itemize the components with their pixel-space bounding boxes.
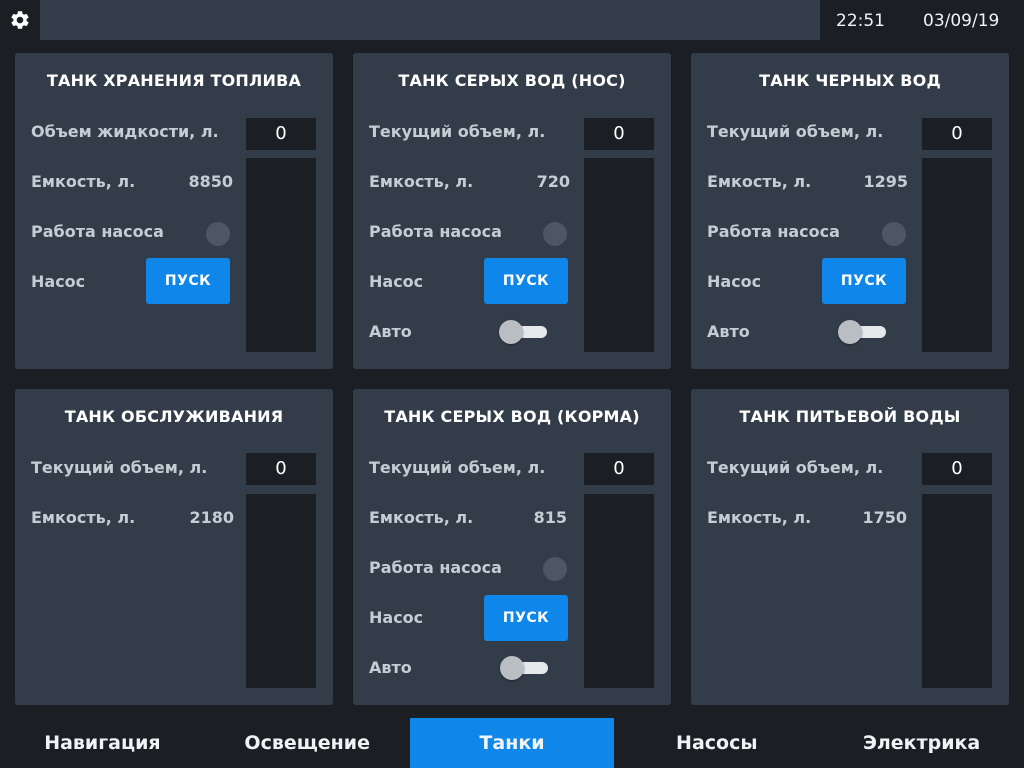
panel-grey-water-stern: ТАНК СЕРЫХ ВОД (КОРМА) Текущий объем, л.…: [353, 389, 671, 705]
volume-value: 0: [246, 118, 316, 150]
volume-value: 0: [246, 453, 316, 485]
pump-status-indicator: [882, 222, 906, 246]
tab-pumps[interactable]: Насосы: [614, 718, 819, 768]
gear-icon: [11, 11, 29, 29]
volume-label: Текущий объем, л.: [707, 122, 884, 141]
capacity-value: 2180: [189, 508, 234, 527]
capacity-value: 1295: [863, 172, 908, 191]
capacity-value: 720: [536, 172, 570, 191]
pump-status-label: Работа насоса: [707, 222, 840, 241]
clock-date: 03/09/19: [923, 11, 1000, 31]
tab-navigation[interactable]: Навигация: [0, 718, 205, 768]
pump-status-label: Работа насоса: [369, 558, 502, 577]
auto-label: Авто: [369, 658, 412, 677]
clock-time: 22:51: [836, 11, 885, 31]
top-bar: 22:51 03/09/19: [0, 0, 1024, 40]
pump-label: Насос: [707, 272, 762, 291]
capacity-value: 8850: [188, 172, 233, 191]
volume-label: Текущий объем, л.: [31, 458, 208, 477]
level-indicator: [246, 158, 316, 352]
level-indicator: [922, 494, 992, 688]
level-indicator: [922, 158, 992, 352]
capacity-label: Емкость, л.: [707, 172, 812, 191]
auto-label: Авто: [707, 322, 750, 341]
tab-electrical[interactable]: Электрика: [819, 718, 1024, 768]
pump-start-button[interactable]: ПУСК: [484, 258, 568, 304]
pump-status-indicator: [206, 222, 230, 246]
panel-service-tank: ТАНК ОБСЛУЖИВАНИЯ Текущий объем, л. 0 Ем…: [15, 389, 333, 705]
clock-area: 22:51 03/09/19: [820, 0, 1024, 40]
toggle-knob: [838, 320, 862, 344]
level-indicator: [584, 494, 654, 688]
level-indicator: [584, 158, 654, 352]
volume-label: Текущий объем, л.: [707, 458, 884, 477]
pump-label: Насос: [369, 272, 424, 291]
capacity-label: Емкость, л.: [707, 508, 812, 527]
pump-status-label: Работа насоса: [369, 222, 502, 241]
panel-grey-water-bow: ТАНК СЕРЫХ ВОД (НОС) Текущий объем, л. 0…: [353, 53, 671, 369]
volume-value: 0: [584, 118, 654, 150]
panel-title: ТАНК ПИТЬЕВОЙ ВОДЫ: [739, 407, 961, 426]
pump-status-label: Работа насоса: [31, 222, 164, 241]
panel-title: ТАНК СЕРЫХ ВОД (КОРМА): [384, 407, 640, 426]
tab-tanks[interactable]: Танки: [409, 718, 615, 768]
panel-black-water: ТАНК ЧЕРНЫХ ВОД Текущий объем, л. 0 Емко…: [691, 53, 1009, 369]
bottom-navigation: Навигация Освещение Танки Насосы Электри…: [0, 718, 1024, 768]
auto-toggle[interactable]: [500, 656, 548, 680]
pump-start-button[interactable]: ПУСК: [484, 595, 568, 641]
pump-status-indicator: [543, 557, 567, 581]
auto-label: Авто: [369, 322, 412, 341]
auto-toggle[interactable]: [838, 320, 886, 344]
panel-title: ТАНК СЕРЫХ ВОД (НОС): [398, 71, 626, 90]
panel-title: ТАНК ХРАНЕНИЯ ТОПЛИВА: [46, 71, 302, 90]
volume-value: 0: [922, 118, 992, 150]
capacity-label: Емкость, л.: [369, 508, 474, 527]
pump-label: Насос: [31, 272, 86, 291]
pump-status-indicator: [543, 222, 567, 246]
volume-value: 0: [584, 453, 654, 485]
pump-start-button[interactable]: ПУСК: [146, 258, 230, 304]
volume-label: Текущий объем, л.: [369, 458, 546, 477]
capacity-value: 815: [533, 508, 567, 527]
volume-label: Объем жидкости, л.: [31, 122, 219, 141]
pump-start-button[interactable]: ПУСК: [822, 258, 906, 304]
pump-label: Насос: [369, 608, 424, 627]
capacity-label: Емкость, л.: [31, 172, 136, 191]
panel-title: ТАНК ЧЕРНЫХ ВОД: [759, 71, 941, 90]
level-indicator: [246, 494, 316, 688]
tab-lighting[interactable]: Освещение: [205, 718, 410, 768]
settings-button[interactable]: [0, 0, 40, 40]
capacity-label: Емкость, л.: [31, 508, 136, 527]
volume-value: 0: [922, 453, 992, 485]
auto-toggle[interactable]: [499, 320, 547, 344]
panel-potable-water: ТАНК ПИТЬЕВОЙ ВОДЫ Текущий объем, л. 0 Е…: [691, 389, 1009, 705]
toggle-knob: [499, 320, 523, 344]
panel-title: ТАНК ОБСЛУЖИВАНИЯ: [64, 407, 284, 426]
panel-fuel-tank: ТАНК ХРАНЕНИЯ ТОПЛИВА Объем жидкости, л.…: [15, 53, 333, 369]
volume-label: Текущий объем, л.: [369, 122, 546, 141]
capacity-label: Емкость, л.: [369, 172, 474, 191]
capacity-value: 1750: [862, 508, 907, 527]
toggle-knob: [500, 656, 524, 680]
